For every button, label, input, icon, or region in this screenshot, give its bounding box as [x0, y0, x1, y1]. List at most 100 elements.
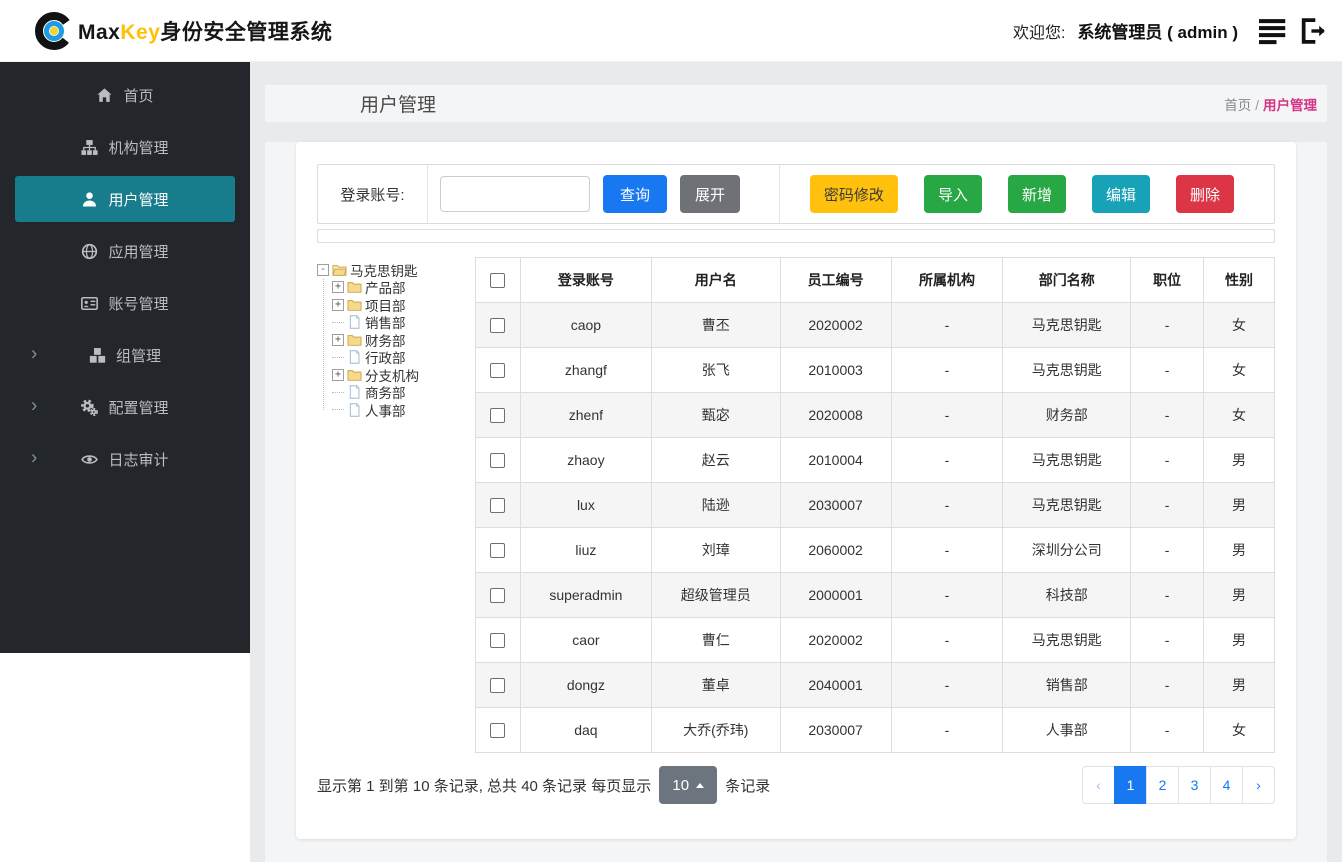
tree-connector [332, 391, 344, 393]
tree-node[interactable]: + 产品部 [332, 279, 465, 296]
tree-node[interactable]: + 财务部 [332, 331, 465, 349]
sidebar-item-account[interactable]: 账号管理 [15, 280, 235, 326]
main-wrap: 登录账号: 查询 展开 密码修改 导入 新增 编辑 删除 - 马克思钥匙 + 产品部 + 项目部销… [265, 142, 1327, 862]
sidebar-item-audit[interactable]: › 日志审计 [15, 436, 235, 482]
sidebar-item-home[interactable]: 首页 [15, 72, 235, 118]
org-tree: - 马克思钥匙 + 产品部 + 项目部 销售部 + 财务部 行政部 + 分支机构 商务部 人事部 [317, 257, 465, 753]
table-cell: - [1130, 707, 1205, 753]
pagination-page-2[interactable]: 2 [1146, 766, 1179, 804]
sidebar-item-org[interactable]: 机构管理 [15, 124, 235, 170]
table-row[interactable]: caop 曹丕 2020002- 马克思钥匙 - 女 [475, 302, 1275, 348]
row-checkbox[interactable] [490, 543, 506, 559]
table-row[interactable]: caor 曹仁 2020002- 马克思钥匙 - 男 [475, 617, 1275, 663]
pagination-prev[interactable]: ‹ [1082, 766, 1115, 804]
expand-button[interactable]: 展开 [680, 175, 740, 213]
tree-connector [332, 409, 344, 411]
summary-suffix: 条记录 [725, 777, 771, 795]
table-cell: 男 [1203, 527, 1275, 573]
tree-root-node[interactable]: - 马克思钥匙 [317, 261, 465, 279]
row-checkbox[interactable] [490, 498, 506, 514]
table-row[interactable]: superadmin 超级管理员 2000001- 科技部 - 男 [475, 572, 1275, 618]
header-right: 欢迎您: 系统管理员 ( admin ) [1013, 16, 1328, 46]
sidebar-item-user[interactable]: 用户管理 [15, 176, 235, 222]
cubes-icon [89, 346, 107, 364]
row-checkbox[interactable] [490, 633, 506, 649]
sidebar-item-group[interactable]: › 组管理 [15, 332, 235, 378]
folder-open-icon [332, 263, 347, 277]
pagination-next[interactable]: › [1242, 766, 1275, 804]
tree-node[interactable]: + 分支机构 [332, 366, 465, 384]
row-checkbox[interactable] [490, 723, 506, 739]
file-icon [347, 315, 362, 329]
table-row[interactable]: lux 陆逊 2030007- 马克思钥匙 - 男 [475, 482, 1275, 528]
sidebar-item-label: 账号管理 [108, 295, 169, 313]
gears-icon [81, 398, 99, 416]
tree-node[interactable]: 商务部 [332, 384, 465, 401]
row-checkbox[interactable] [490, 408, 506, 424]
action-button-导入[interactable]: 导入 [923, 175, 982, 213]
record-summary: 显示第 1 到第 10 条记录, 总共 40 条记录 每页显示 10 条记录 [317, 766, 770, 804]
row-checkbox[interactable] [490, 318, 506, 334]
chevron-right-icon: › [31, 447, 38, 469]
row-checkbox[interactable] [490, 363, 506, 379]
action-button-删除[interactable]: 删除 [1175, 175, 1234, 213]
table-cell: - [890, 572, 1004, 618]
table-cell: 2020002 [779, 302, 892, 348]
pagination-page-3[interactable]: 3 [1178, 766, 1211, 804]
tree-node[interactable]: 销售部 [332, 314, 465, 331]
table-cell: - [1130, 662, 1205, 708]
welcome-label: 欢迎您: [1012, 24, 1066, 42]
select-all-header-cell [475, 257, 521, 303]
top-header: MaxKey身份安全管理系统 欢迎您: 系统管理员 ( admin ) [0, 0, 1342, 62]
toolbar-actions: 密码修改 导入 新增 编辑 删除 [780, 165, 1274, 223]
row-checkbox[interactable] [490, 588, 506, 604]
table-cell: 女 [1203, 347, 1275, 393]
tree-expand-toggle[interactable]: + [332, 298, 344, 311]
tree-node[interactable]: 人事部 [332, 401, 465, 419]
file-icon [347, 403, 362, 417]
tree-expand-toggle[interactable]: + [332, 333, 344, 346]
action-button-密码修改[interactable]: 密码修改 [809, 175, 898, 213]
row-checkbox[interactable] [490, 678, 506, 694]
tree-expand-toggle[interactable]: + [332, 281, 344, 294]
action-button-新增[interactable]: 新增 [1007, 175, 1066, 213]
table-row[interactable]: liuz 刘璋 2060002- 深圳分公司 - 男 [475, 527, 1275, 573]
column-header: 性别 [1203, 257, 1275, 303]
sidebar-item-config[interactable]: › 配置管理 [15, 384, 235, 430]
breadcrumb-home[interactable]: 首页 [1224, 98, 1251, 113]
select-all-checkbox[interactable] [490, 273, 506, 289]
table-cell: 男 [1203, 617, 1275, 663]
page-size-dropdown[interactable]: 10 [659, 766, 718, 804]
tree-expand-toggle[interactable]: + [332, 368, 344, 381]
table-row[interactable]: zhangf 张飞 2010003- 马克思钥匙 - 女 [475, 347, 1275, 393]
app-root: MaxKey身份安全管理系统 欢迎您: 系统管理员 ( admin ) 首页 机… [0, 0, 1342, 862]
login-account-input[interactable] [440, 176, 590, 212]
table-cell: superadmin [519, 572, 652, 618]
pagination-page-4[interactable]: 4 [1210, 766, 1243, 804]
tree-collapse-toggle[interactable]: - [317, 263, 329, 276]
table-row[interactable]: dongz 董卓 2040001- 销售部 - 男 [475, 662, 1275, 708]
table-row[interactable]: daq 大乔(乔玮) 2030007- 人事部 - 女 [475, 707, 1275, 753]
search-controls: 查询 展开 [428, 165, 780, 223]
row-select-cell [475, 437, 521, 483]
action-button-编辑[interactable]: 编辑 [1091, 175, 1150, 213]
tree-node[interactable]: + 项目部 [332, 296, 465, 314]
table-cell: 马克思钥匙 [1002, 617, 1132, 663]
page-size-value: 10 [672, 776, 690, 794]
page-title-bar: 用户管理 首页 / 用户管理 [265, 85, 1327, 122]
tree-node[interactable]: 行政部 [332, 349, 465, 366]
home-icon [96, 86, 114, 104]
table-row[interactable]: zhaoy 赵云 2010004- 马克思钥匙 - 男 [475, 437, 1275, 483]
logout-icon[interactable] [1298, 16, 1328, 46]
query-button[interactable]: 查询 [603, 175, 667, 213]
pagination-page-1[interactable]: 1 [1114, 766, 1147, 804]
table-row[interactable]: zhenf 甄宓 2020008- 财务部 - 女 [475, 392, 1275, 438]
table-cell: 女 [1203, 392, 1275, 438]
table-cell: 2040001 [779, 662, 892, 708]
sidebar-item-app[interactable]: 应用管理 [15, 228, 235, 274]
chevron-right-icon: › [31, 395, 38, 417]
sidebar-item-label: 配置管理 [108, 399, 169, 417]
list-icon[interactable] [1258, 16, 1288, 46]
row-checkbox[interactable] [490, 453, 506, 469]
table-cell: zhangf [519, 347, 652, 393]
